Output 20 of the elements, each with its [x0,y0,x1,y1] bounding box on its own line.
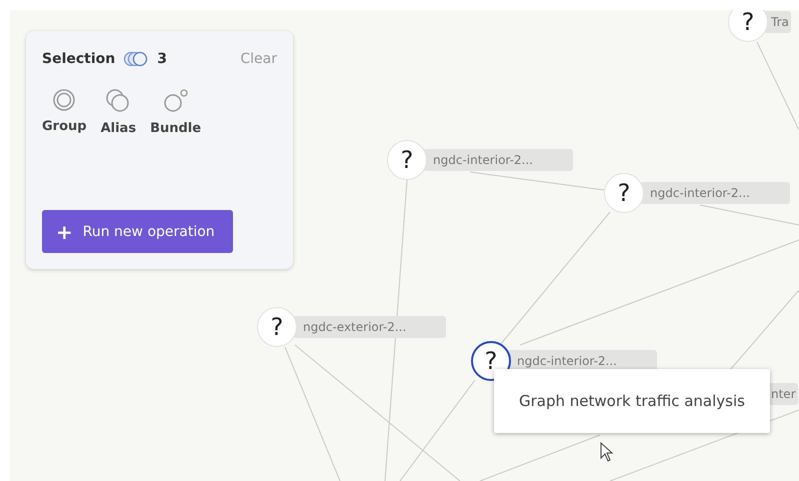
action-button[interactable]: Bundle [150,89,202,136]
action-button[interactable]: Group [42,89,87,136]
node-circle[interactable]: ? [728,10,768,42]
node-circle[interactable]: ? [257,307,297,347]
overlapping-circles-icon [123,51,150,67]
selection-count: 3 [157,51,167,67]
node-label: ngdc-interior-2... [423,149,573,171]
tooltip: Graph network traffic analysis [494,369,770,433]
node-label: ngdc-interior-2... [640,182,790,204]
node-circle[interactable]: ? [604,173,644,213]
overlapping-circles-icon [105,89,132,113]
cursor-icon [600,442,614,462]
circles-icon [162,89,189,113]
node-label: ngdc-exterior-2... [293,316,446,338]
run-operation-button[interactable]: + Run new operation [42,210,233,253]
node-label: Tra [764,11,791,33]
panel-title: Selection [42,51,116,67]
action-button[interactable]: Alias [100,89,136,136]
node-circle[interactable]: ? [387,140,427,180]
concentric-circles-icon [53,89,76,111]
